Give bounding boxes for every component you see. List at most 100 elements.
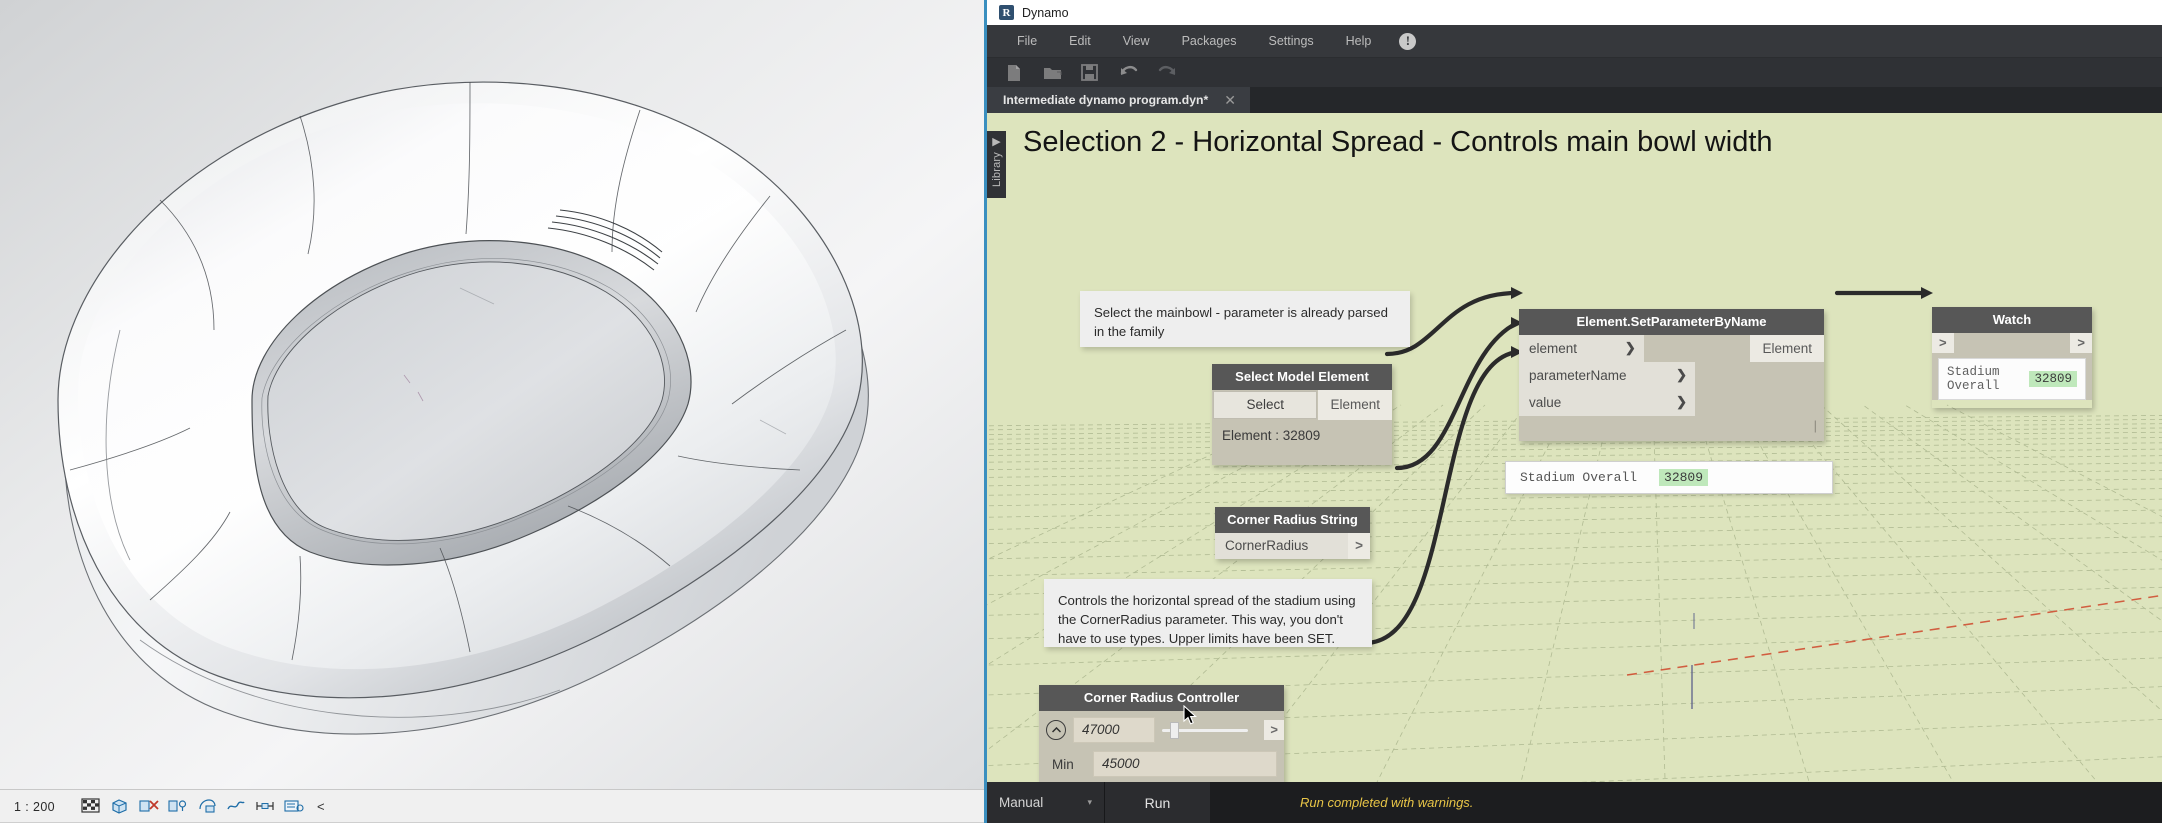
port-label-text: value — [1529, 394, 1562, 410]
node-title: Corner Radius String — [1215, 507, 1370, 533]
window-title: Dynamo — [1022, 5, 1069, 20]
menu-item-view[interactable]: View — [1107, 28, 1166, 54]
menu-item-help[interactable]: Help — [1330, 28, 1388, 54]
note-text: Controls the horizontal spread of the st… — [1058, 593, 1356, 647]
output-port-element[interactable]: Element — [1750, 335, 1824, 362]
slider-track-wrapper[interactable] — [1162, 721, 1248, 739]
dynamo-logo-icon: R — [999, 5, 1014, 20]
menu-bar: File Edit View Packages Settings Help ! — [987, 25, 2162, 58]
node-preview-bubble: Stadium Overall 32809 — [1505, 461, 1833, 494]
workspace-tab[interactable]: Intermediate dynamo program.dyn* ✕ — [987, 87, 1250, 113]
warning-alert-icon[interactable]: ! — [1399, 32, 1417, 50]
revit-status-bar: 1 : 200 < — [0, 789, 984, 823]
menu-item-settings[interactable]: Settings — [1252, 28, 1329, 54]
node-title: Select Model Element — [1212, 364, 1392, 390]
tool-bar — [987, 58, 2162, 87]
node-footer: | — [1813, 418, 1817, 433]
sun-path-icon[interactable] — [168, 798, 187, 815]
run-status-message: Run completed with warnings. — [1300, 795, 1474, 810]
shadow-icon[interactable] — [197, 798, 216, 815]
note-horizontal-spread[interactable]: Controls the horizontal spread of the st… — [1044, 579, 1372, 647]
revit-pane: 1 : 200 < — [0, 0, 984, 823]
worksharing-icon[interactable] — [226, 798, 245, 815]
revit-3d-viewport[interactable] — [0, 0, 984, 789]
status-collapse-toggle[interactable]: < — [317, 799, 325, 814]
library-panel-toggle[interactable]: ▶ Library — [987, 131, 1006, 198]
slider-min-row: Min 45000 — [1039, 749, 1284, 781]
input-port-element[interactable]: element ❯ — [1519, 335, 1644, 362]
watch-content: Stadium Overall 32809 — [1938, 358, 2086, 400]
menu-item-packages[interactable]: Packages — [1166, 28, 1253, 54]
save-icon[interactable] — [1081, 63, 1099, 82]
hidden-line-icon[interactable] — [139, 798, 159, 815]
port-label-text: parameterName — [1529, 367, 1627, 383]
output-port-watch[interactable]: > — [2070, 333, 2092, 353]
output-port-element[interactable]: Element — [1318, 390, 1392, 420]
stadium-bowl-model — [0, 0, 984, 789]
slider-min-label: Min — [1052, 756, 1074, 772]
menu-item-edit[interactable]: Edit — [1053, 28, 1107, 54]
run-mode-dropdown[interactable]: Manual ▾ — [987, 782, 1105, 823]
selected-element-result: Element : 32809 — [1222, 428, 1321, 443]
workspace-tab-bar: Intermediate dynamo program.dyn* ✕ — [987, 87, 2162, 113]
preview-key: Stadium Overall — [1520, 470, 1638, 485]
chevron-right-icon: ❯ — [1676, 367, 1687, 382]
view-scale-label: 1 : 200 — [14, 799, 56, 814]
dynamo-bottom-bar: Manual ▾ Run Run completed with warnings… — [987, 782, 2162, 823]
close-icon[interactable]: ✕ — [1224, 92, 1236, 109]
output-port-string[interactable]: > — [1348, 533, 1370, 559]
library-panel-label: Library — [990, 152, 1003, 188]
node-title: Element.SetParameterByName — [1519, 309, 1824, 335]
canvas-title-note: Selection 2 - Horizontal Spread - Contro… — [1023, 126, 1773, 158]
node-port-row: element ❯ Element — [1519, 335, 1824, 362]
node-title: Corner Radius Controller — [1039, 685, 1284, 711]
chevron-down-icon: ▾ — [1087, 797, 1092, 807]
new-file-icon[interactable] — [1005, 64, 1023, 82]
output-port-slider[interactable]: > — [1264, 720, 1284, 740]
crop-region-icon[interactable] — [284, 798, 304, 815]
run-mode-label: Manual — [999, 795, 1044, 810]
measure-icon[interactable] — [255, 798, 274, 815]
chevron-right-icon: ❯ — [1676, 394, 1687, 409]
node-element-set-parameter-by-name[interactable]: Element.SetParameterByName element ❯ Ele… — [1519, 309, 1824, 441]
slider-row: 47000 > — [1039, 711, 1284, 749]
run-button[interactable]: Run — [1105, 782, 1210, 823]
box-icon[interactable] — [110, 798, 129, 815]
slider-value-input[interactable]: 47000 — [1073, 717, 1155, 743]
string-value-field[interactable]: CornerRadius — [1215, 533, 1349, 559]
node-body: CornerRadius > — [1215, 533, 1370, 559]
node-port-row: Select Element — [1212, 390, 1392, 420]
collapse-caret-icon[interactable] — [1046, 720, 1066, 740]
dynamo-canvas[interactable]: ▶ Library Selection 2 - Horizontal Sprea… — [987, 113, 2162, 823]
undo-icon[interactable] — [1119, 64, 1138, 82]
redo-icon[interactable] — [1157, 64, 1176, 82]
node-port-row: parameterName ❯ — [1519, 362, 1824, 389]
workspace-tab-label: Intermediate dynamo program.dyn* — [1003, 93, 1209, 107]
node-select-model-element[interactable]: Select Model Element Select Element Elem… — [1212, 364, 1392, 465]
port-label-text: element — [1529, 340, 1578, 356]
node-title: Watch — [1932, 307, 2092, 333]
menu-item-file[interactable]: File — [1001, 28, 1053, 54]
input-port-watch[interactable]: > — [1932, 333, 1954, 353]
note-text: Select the mainbowl - parameter is alrea… — [1094, 305, 1388, 340]
input-port-value[interactable]: value ❯ — [1519, 389, 1695, 416]
node-watch[interactable]: Watch > > Stadium Overall 32809 — [1932, 307, 2092, 408]
slider-min-input[interactable]: 45000 — [1093, 751, 1277, 777]
open-folder-icon[interactable] — [1043, 64, 1062, 82]
chevron-right-icon: ▶ — [992, 136, 1001, 148]
dynamo-title-bar[interactable]: R Dynamo — [987, 0, 2162, 25]
node-body: > > Stadium Overall 32809 — [1932, 333, 2092, 400]
screenshot-root: 1 : 200 < R Dynamo File Edit View Packag… — [0, 0, 2162, 823]
select-button[interactable]: Select — [1213, 391, 1318, 419]
watch-value: 32809 — [2029, 371, 2077, 387]
node-port-row: CornerRadius > — [1215, 533, 1370, 559]
checkerboard-icon[interactable] — [81, 798, 100, 815]
node-port-row: value ❯ — [1519, 389, 1824, 416]
input-port-parameter-name[interactable]: parameterName ❯ — [1519, 362, 1695, 389]
note-select-mainbowl[interactable]: Select the mainbowl - parameter is alrea… — [1080, 291, 1410, 347]
node-body: element ❯ Element parameterName ❯ value … — [1519, 335, 1824, 441]
node-corner-radius-string[interactable]: Corner Radius String CornerRadius > — [1215, 507, 1370, 559]
slider-thumb[interactable] — [1170, 722, 1179, 739]
node-port-row: > > — [1932, 333, 2092, 353]
node-body: Select Element Element : 32809 — [1212, 390, 1392, 465]
